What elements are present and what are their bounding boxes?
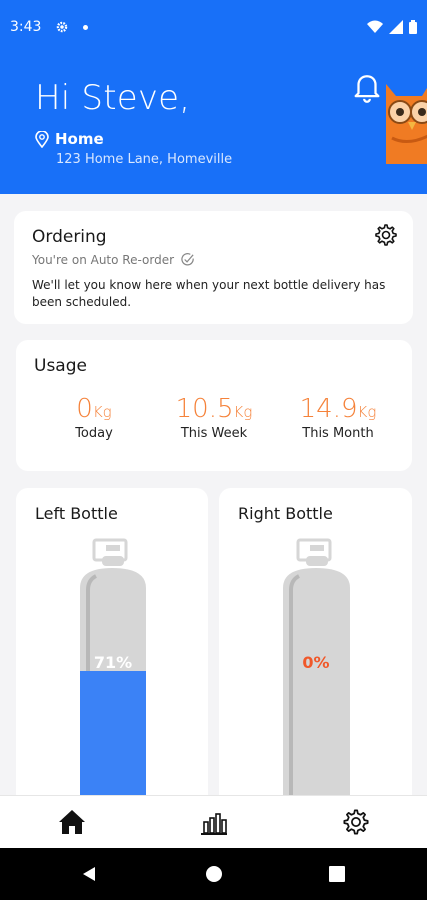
usage-month-unit: Kg [357,403,377,421]
system-navigation-bar [0,848,427,900]
ordering-title: Ordering [32,227,107,247]
bottom-navigation [0,795,427,848]
signal-icon [389,20,403,34]
back-icon[interactable] [80,865,98,883]
usage-month-number: 14.9 [299,394,358,424]
check-circle-icon [181,253,194,266]
usage-week: 10.5Kg This Week [164,394,264,441]
settings-status-icon [57,21,68,33]
battery-icon [409,20,417,34]
usage-today: 0Kg Today [54,394,134,441]
usage-month-label: This Month [302,426,374,441]
status-bar: 3:43 [0,0,427,54]
left-gas-bottle-graphic: 71% [80,538,146,818]
usage-month-value: 14.9Kg [288,394,388,424]
address: 123 Home Lane, Homeville [56,152,233,167]
right-bottle-percentage: 0% [302,653,329,672]
auto-reorder-status: You're on Auto Re-order [32,252,195,267]
greeting: Hi Steve, [35,78,191,118]
right-gas-bottle-graphic: 0% [283,538,350,818]
usage-month: 14.9Kg This Month [288,394,388,441]
recents-icon[interactable] [329,866,345,882]
left-bottle-percentage: 71% [94,653,132,672]
owl-mascot-icon [386,84,427,164]
usage-week-value: 10.5Kg [164,394,264,424]
usage-week-unit: Kg [233,403,253,421]
ordering-message: We'll let you know here when your next b… [32,278,386,309]
location-row[interactable]: Home [35,130,104,148]
header: Hi Steve, Home 123 Home Lane, Homeville [0,54,427,194]
ordering-card: Ordering You're on Auto Re-order We'll l… [14,211,413,324]
usage-today-value: 0Kg [54,394,134,424]
notification-dot [83,24,89,30]
ordering-settings-gear-icon[interactable] [374,223,398,247]
status-time: 3:43 [10,19,42,35]
usage-card: Usage 0Kg Today 10.5Kg This Week 14.9Kg … [16,340,412,471]
usage-week-number: 10.5 [175,394,234,424]
gear-icon[interactable] [342,808,370,836]
usage-today-label: Today [75,426,113,441]
usage-today-unit: Kg [92,403,112,421]
location-label: Home [55,130,104,148]
usage-week-label: This Week [180,426,248,441]
auto-reorder-label: You're on Auto Re-order [32,252,175,267]
home-circle-icon[interactable] [205,865,223,883]
bell-icon[interactable] [350,72,384,106]
bar-chart-icon[interactable] [199,808,229,836]
right-bottle-card[interactable]: Right Bottle 0% [219,488,412,818]
usage-today-number: 0 [76,394,93,424]
wifi-icon [367,20,383,33]
left-bottle-card[interactable]: Left Bottle 71% [16,488,208,818]
location-pin-icon [35,130,49,148]
home-icon[interactable] [57,808,87,836]
usage-title: Usage [34,356,87,376]
